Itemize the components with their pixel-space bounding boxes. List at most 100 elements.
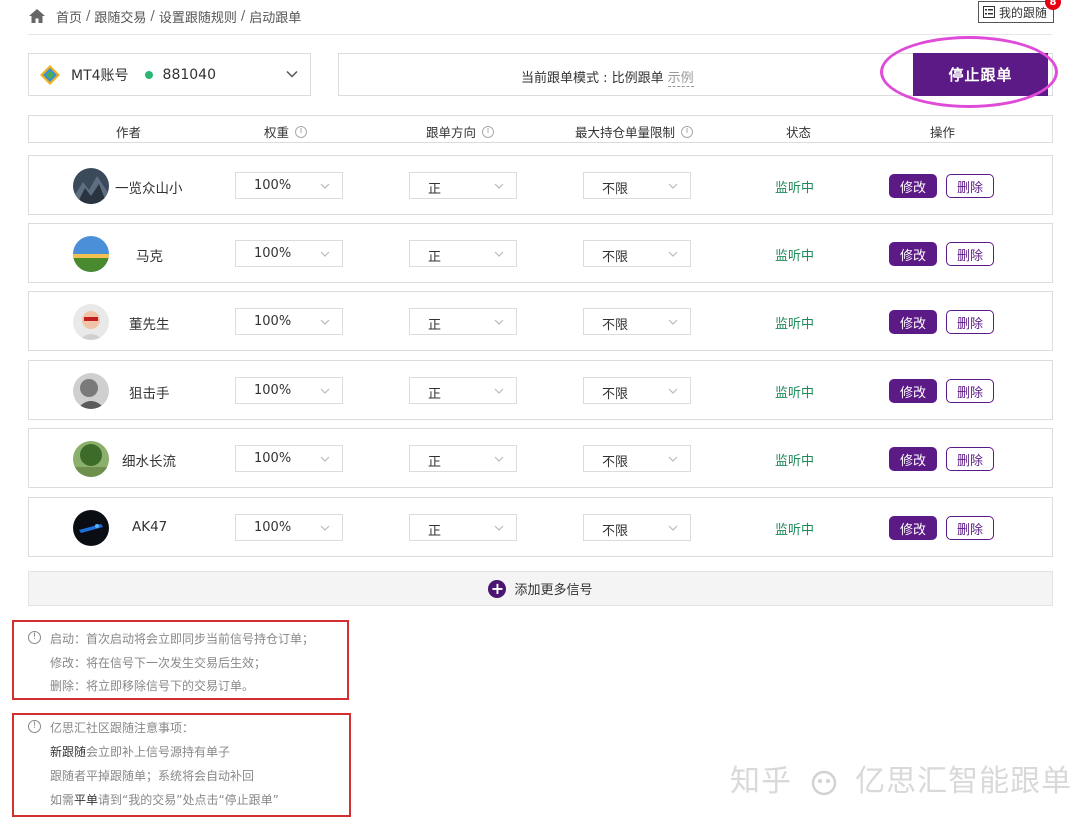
info-icon[interactable]: i <box>681 125 694 138</box>
weight-value: 100% <box>254 246 292 261</box>
direction-value: 正 <box>428 318 442 333</box>
max-position-select[interactable]: 不限 <box>583 240 691 267</box>
info-icon[interactable]: i <box>482 125 495 138</box>
edit-button[interactable]: 修改 <box>889 447 937 471</box>
breadcrumb-follow-trade[interactable]: 跟随交易 <box>94 7 146 26</box>
header-actions-label: 操作 <box>930 125 956 140</box>
note-text: 请到“我的交易”处点击“停止跟单” <box>98 793 279 807</box>
notification-badge: 8 <box>1045 0 1061 10</box>
weight-select[interactable]: 100% <box>235 240 343 267</box>
edit-button[interactable]: 修改 <box>889 310 937 334</box>
header-author: 作者 <box>116 122 141 141</box>
direction-select[interactable]: 正 <box>409 172 517 199</box>
max-position-value: 不限 <box>602 250 629 265</box>
delete-button[interactable]: 删除 <box>946 310 994 334</box>
note-close-follow: 跟随者平掉跟随单；系统将会自动补回 <box>50 769 255 783</box>
weight-select[interactable]: 100% <box>235 308 343 335</box>
avatar <box>73 168 109 204</box>
breadcrumb-home[interactable]: 首页 <box>56 7 82 26</box>
breadcrumb-separator: / <box>240 8 246 24</box>
max-position-select[interactable]: 不限 <box>583 445 691 472</box>
author-name: AK47 <box>132 519 168 535</box>
add-signal-button[interactable]: + 添加更多信号 <box>28 571 1053 606</box>
max-position-value: 不限 <box>602 455 629 470</box>
max-position-value: 不限 <box>602 387 629 402</box>
author-name: 董先生 <box>129 317 170 333</box>
max-position-value: 不限 <box>602 524 629 539</box>
weight-select[interactable]: 100% <box>235 514 343 541</box>
weight-value: 100% <box>254 314 292 329</box>
direction-select[interactable]: 正 <box>409 445 517 472</box>
watermark-site: 知乎 <box>730 764 792 799</box>
max-position-select[interactable]: 不限 <box>583 514 691 541</box>
breadcrumb-separator: / <box>150 8 155 24</box>
weight-select[interactable]: 100% <box>235 172 343 199</box>
direction-select[interactable]: 正 <box>409 240 517 267</box>
weight-select[interactable]: 100% <box>235 377 343 404</box>
delete-button[interactable]: 删除 <box>946 174 994 198</box>
watermark: 知乎 亿思汇智能跟单 <box>730 756 1072 800</box>
account-select[interactable]: MT4账号 881040 <box>28 53 311 96</box>
my-follow-button[interactable]: 我的跟随 8 <box>977 0 1061 23</box>
home-icon[interactable] <box>28 8 46 24</box>
weight-value: 100% <box>254 383 292 398</box>
info-icon[interactable]: i <box>295 125 308 138</box>
max-position-select[interactable]: 不限 <box>583 308 691 335</box>
online-status-dot <box>144 70 153 79</box>
account-number: 881040 <box>162 66 216 83</box>
edit-button[interactable]: 修改 <box>889 174 937 198</box>
notes-box-actions: ! 启动：首次启动将会立即同步当前信号持仓订单； 修改：将在信号下一次发生交易后… <box>12 620 349 700</box>
chevron-down-icon <box>494 319 504 325</box>
direction-value: 正 <box>428 524 442 539</box>
max-position-select[interactable]: 不限 <box>583 172 691 199</box>
edit-button[interactable]: 修改 <box>889 379 937 403</box>
mt4-logo-icon <box>40 64 60 85</box>
chevron-down-icon <box>668 251 678 257</box>
table-row: 一览众山小 100% 正 不限 监听中 修改 删除 <box>28 155 1053 215</box>
note-text: 会立即补上信号源持有单子 <box>86 745 231 759</box>
breadcrumb-follow-rules[interactable]: 设置跟随规则 <box>159 7 237 26</box>
delete-button[interactable]: 删除 <box>946 242 994 266</box>
note-edit: 修改：将在信号下一次发生交易后生效； <box>50 656 267 670</box>
breadcrumb-current: 启动跟单 <box>249 10 302 26</box>
breadcrumb-separator: / <box>86 8 91 24</box>
edit-button[interactable]: 修改 <box>889 242 937 266</box>
max-position-value: 不限 <box>602 182 629 197</box>
direction-select[interactable]: 正 <box>409 377 517 404</box>
watermark-author: 亿思汇智能跟单 <box>855 764 1073 799</box>
direction-select[interactable]: 正 <box>409 514 517 541</box>
delete-button[interactable]: 删除 <box>946 516 994 540</box>
note-emphasis: 平单 <box>74 793 99 807</box>
weight-select[interactable]: 100% <box>235 445 343 472</box>
edit-button[interactable]: 修改 <box>889 516 937 540</box>
plus-icon: + <box>488 579 507 598</box>
header-author-label: 作者 <box>116 125 142 140</box>
author-name: 马克 <box>136 249 163 265</box>
notes-box-community: ! 亿思汇社区跟随注意事项： 新跟随会立即补上信号源持有单子 跟随者平掉跟随单；… <box>12 713 351 817</box>
delete-button[interactable]: 删除 <box>946 447 994 471</box>
direction-select[interactable]: 正 <box>409 308 517 335</box>
status-text: 监听中 <box>775 454 815 469</box>
chevron-down-icon <box>494 183 504 189</box>
chevron-down-icon <box>320 319 330 325</box>
watermark-icon <box>811 770 836 795</box>
chevron-down-icon <box>320 525 330 531</box>
table-row: 狙击手 100% 正 不限 监听中 修改 删除 <box>28 360 1053 420</box>
header-weight-label: 权重 <box>264 125 290 140</box>
stop-follow-button[interactable]: 停止跟单 <box>913 53 1048 96</box>
account-type-label: MT4账号 <box>71 67 129 84</box>
note-start: 启动：首次启动将会立即同步当前信号持仓订单； <box>50 632 315 646</box>
example-link[interactable]: 示例 <box>667 71 694 87</box>
status-text: 监听中 <box>775 523 815 538</box>
direction-value: 正 <box>428 387 442 402</box>
add-signal-label: 添加更多信号 <box>514 583 593 598</box>
status-text: 监听中 <box>775 317 815 332</box>
chevron-down-icon <box>668 319 678 325</box>
delete-button[interactable]: 删除 <box>946 379 994 403</box>
chevron-down-icon <box>320 251 330 257</box>
avatar <box>73 236 109 272</box>
max-position-select[interactable]: 不限 <box>583 377 691 404</box>
chevron-down-icon <box>668 456 678 462</box>
header-status-label: 状态 <box>786 125 812 140</box>
divider <box>28 34 1052 35</box>
